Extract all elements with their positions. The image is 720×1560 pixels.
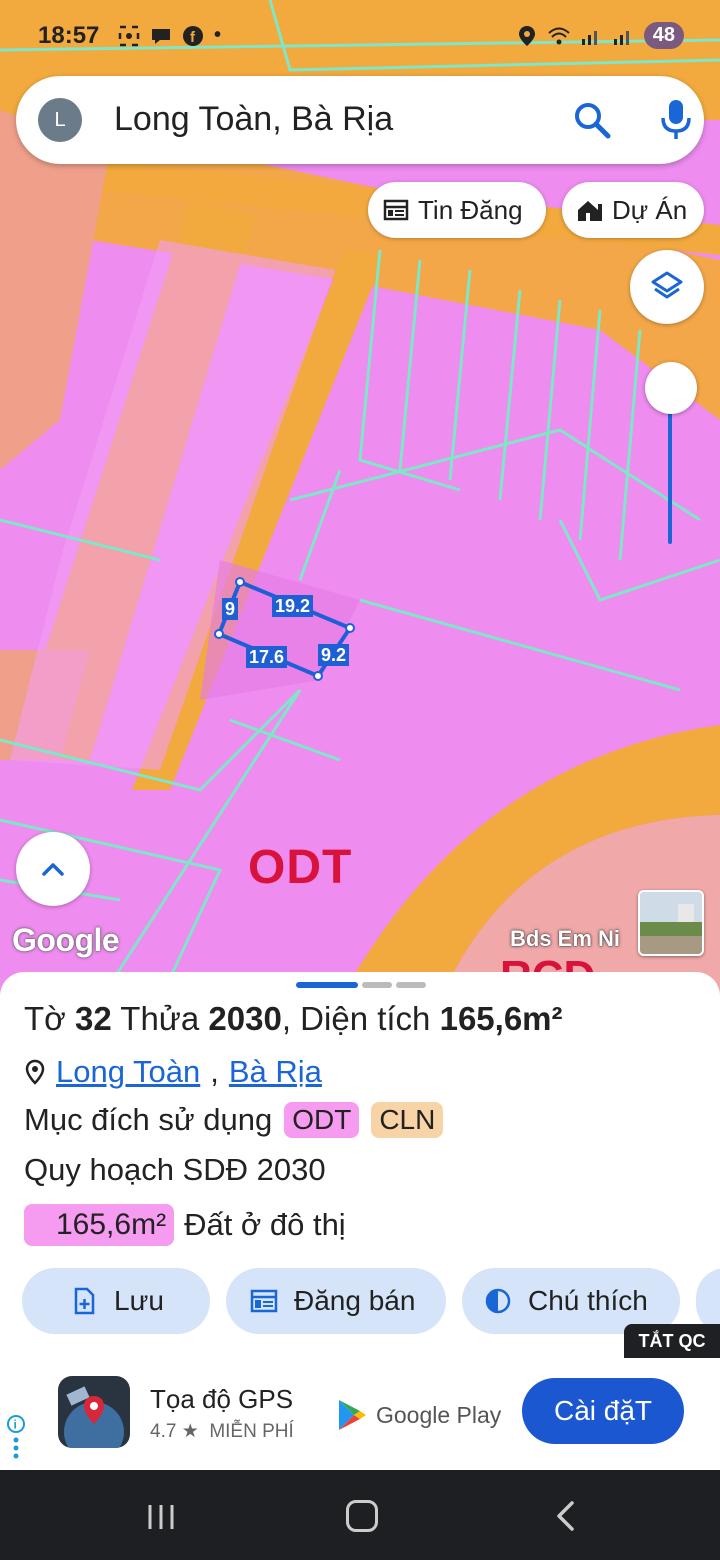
listing-icon (383, 199, 409, 221)
zoom-slider-handle[interactable] (645, 362, 697, 414)
building-icon (578, 201, 602, 221)
layers-button[interactable] (630, 250, 704, 324)
chevron-up-icon (42, 863, 64, 876)
plan-area-badge: 165,6m² (24, 1204, 175, 1246)
contrast-icon (485, 1288, 511, 1314)
dimension-label: 9 (222, 598, 239, 620)
signal-icon-2 (613, 30, 629, 45)
layers-icon (651, 271, 683, 299)
city-link[interactable]: Bà Rịa (229, 1054, 322, 1090)
info-icon[interactable]: i (6, 1414, 26, 1460)
parcel-title: Tờ 32 Thửa 2030, Diện tích 165,6m² (24, 1000, 563, 1037)
home-icon[interactable] (346, 1500, 378, 1532)
dimension-label: 17.6 (246, 646, 288, 668)
svg-text:i: i (14, 1418, 17, 1432)
tin-dang-chip[interactable]: Tin Đăng (368, 182, 546, 238)
recent-apps-icon[interactable] (146, 1502, 176, 1532)
map-view[interactable]: 9 19.2 17.6 9.2 ODT RCD 18:57 f • 48 L L… (0, 0, 720, 1000)
plan-label: Quy hoạch SDĐ 2030 (24, 1152, 326, 1187)
avatar[interactable]: L (38, 98, 82, 142)
save-button[interactable]: Lưu (22, 1268, 210, 1334)
plan-area-row: 165,6m² Đất ở đô thị (24, 1204, 346, 1246)
status-bar: 18:57 f • 48 (0, 0, 720, 72)
battery-indicator: 48 (643, 22, 684, 49)
separator: , (210, 1054, 219, 1089)
photo-image (640, 892, 702, 954)
purpose-row: Mục đích sử dụng ODT CLN (24, 1102, 444, 1138)
system-status: 48 (516, 22, 684, 49)
notification-icons: f • (118, 24, 221, 47)
watermark: Bds Em Ni (510, 926, 621, 951)
google-logo: Google (12, 922, 120, 958)
chip-label: Tin Đăng (418, 194, 523, 225)
expand-button[interactable] (16, 832, 90, 906)
add-file-icon (74, 1287, 95, 1315)
search-bar[interactable]: L Long Toàn, Bà Rịa (16, 76, 704, 164)
purpose-label: Mục đích sử dụng (24, 1102, 273, 1137)
sheet-handle[interactable] (296, 982, 358, 988)
location-pin-icon (25, 1059, 45, 1085)
microphone-icon[interactable] (656, 98, 696, 142)
ad-close-button[interactable]: TẮT QC (624, 1324, 720, 1358)
wifi-icon (548, 27, 570, 44)
zone-label: ODT (248, 841, 353, 894)
ad-app-name[interactable]: Tọa độ GPS (150, 1384, 293, 1415)
du-an-chip[interactable]: Dự Án (562, 182, 704, 238)
facebook-icon: f (183, 25, 203, 46)
listing-icon (250, 1289, 278, 1313)
signal-icon (581, 30, 597, 45)
search-icon[interactable] (572, 100, 612, 140)
sheet-handle[interactable] (396, 982, 426, 988)
purpose-badge: CLN (371, 1102, 444, 1138)
screenshot-icon (118, 25, 140, 46)
install-button[interactable]: Cài đặT (522, 1378, 684, 1444)
plan-use-label: Đất ở đô thị (184, 1207, 346, 1242)
ad-rating: 4.7 ★ MIỄN PHÍ (150, 1421, 294, 1442)
ad-banner[interactable]: i Tọa độ GPS 4.7 ★ MIỄN PHÍ Google Play … (0, 1358, 720, 1470)
dot-icon: • (214, 24, 222, 46)
google-play-badge: Google Play (336, 1398, 501, 1432)
star-icon: ★ (181, 1421, 199, 1442)
chat-icon (152, 28, 170, 44)
purpose-badge: ODT (284, 1102, 360, 1138)
navigation-bar (0, 1470, 720, 1560)
dimension-label: 9.2 (318, 644, 350, 666)
back-icon[interactable] (554, 1500, 576, 1532)
post-listing-button[interactable]: Đăng bán (226, 1268, 446, 1334)
street-photo-thumbnail[interactable] (638, 890, 704, 956)
google-play-icon (339, 1400, 366, 1430)
location-icon (518, 25, 535, 46)
dimension-label: 19.2 (272, 595, 314, 617)
search-input[interactable]: Long Toàn, Bà Rịa (114, 100, 393, 139)
status-time: 18:57 (38, 22, 100, 49)
parcel-info-sheet[interactable]: Tờ 32 Thửa 2030, Diện tích 165,6m² Long … (0, 972, 720, 1360)
sheet-handle[interactable] (362, 982, 392, 988)
location-row: Long Toàn, Bà Rịa (24, 1054, 322, 1090)
app-icon[interactable] (58, 1376, 130, 1448)
gps-app-icon (58, 1376, 130, 1448)
chip-label: Dự Án (612, 194, 688, 225)
ward-link[interactable]: Long Toàn (56, 1054, 200, 1090)
